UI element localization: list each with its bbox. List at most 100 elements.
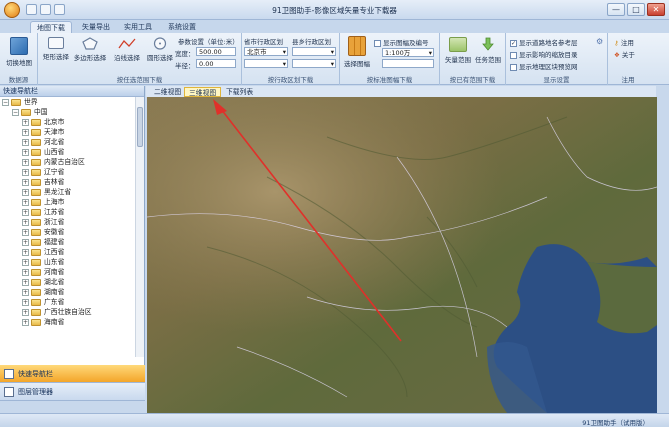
expand-icon[interactable]: + — [22, 278, 29, 286]
tree-node-china[interactable]: − 中国 — [0, 107, 136, 117]
key-icon: ⚷ — [614, 39, 619, 47]
expand-icon[interactable]: + — [22, 228, 29, 236]
expand-icon[interactable]: + — [22, 288, 29, 296]
tree-node-province[interactable]: + 湖南省 — [0, 287, 136, 297]
tab-tools[interactable]: 实用工具 — [118, 21, 158, 33]
tree-node-world[interactable]: − 世界 — [0, 97, 136, 107]
expand-icon[interactable]: + — [22, 258, 29, 266]
circle-icon — [153, 37, 167, 50]
grid-preview-check[interactable]: 显示地理区块预览网 — [510, 61, 578, 71]
layer-manager-button[interactable]: 图层管理器 — [0, 383, 145, 401]
maximize-button[interactable]: □ — [627, 3, 645, 16]
radius-input[interactable]: 0.00 — [196, 59, 236, 68]
checkbox[interactable] — [510, 63, 517, 71]
tree-node-province[interactable]: + 天津市 — [0, 127, 136, 137]
tree-node-province[interactable]: + 江苏省 — [0, 207, 136, 217]
tab-map-download[interactable]: 地图下载 — [30, 21, 72, 33]
chevron-down-icon: ▾ — [330, 48, 334, 56]
tree-node-province[interactable]: + 山东省 — [0, 257, 136, 267]
province-sub-select[interactable]: ▾ — [244, 59, 288, 68]
tree-node-province[interactable]: + 广西壮族自治区 — [0, 307, 136, 317]
rect-select-button[interactable]: 矩形选择 — [40, 37, 72, 61]
road-layer-check[interactable]: ✓ 显示道路地名参考层 — [510, 37, 578, 47]
vertical-scrollbar[interactable] — [135, 97, 144, 357]
tab-2d-view[interactable]: 二维视图 — [150, 87, 185, 97]
group-label: 按任选范围下载 — [116, 76, 163, 84]
tree-node-province[interactable]: + 上海市 — [0, 197, 136, 207]
polygon-select-button[interactable]: 多边形选择 — [72, 37, 108, 62]
tree-node-province[interactable]: + 吉林省 — [0, 177, 136, 187]
tree-node-province[interactable]: + 内蒙古自治区 — [0, 157, 136, 167]
tree-node-province[interactable]: + 河南省 — [0, 267, 136, 277]
chevron-down-icon: ▾ — [428, 49, 432, 57]
group-label: 显示设置 — [543, 76, 570, 84]
group-label: 注用 — [621, 76, 635, 84]
scroll-thumb[interactable] — [137, 107, 143, 147]
switch-map-button[interactable]: 切换地图 — [3, 37, 35, 67]
settings-gear-icon[interactable]: ⚙ — [596, 37, 603, 46]
town-select[interactable]: ▾ — [292, 59, 336, 68]
tree-node-province[interactable]: + 浙江省 — [0, 217, 136, 227]
group-custom-range: 矩形选择 多边形选择 沿线选择 圆形选择 参数设置（单位:米） 宽度： 500.… — [38, 33, 242, 85]
collapse-icon[interactable]: − — [12, 108, 19, 116]
about-button[interactable]: ❖ 关于 — [614, 49, 635, 59]
expand-icon[interactable]: + — [22, 168, 29, 176]
checkbox[interactable] — [374, 39, 381, 47]
title-bar: 91卫图助手-影像区域矢量专业下载器 — □ ✕ — [0, 0, 669, 20]
show-sheet-check[interactable]: 显示图幅及编号 — [374, 37, 429, 47]
select-sheet-button[interactable]: 选择图幅 — [341, 36, 373, 68]
expand-icon[interactable]: + — [22, 178, 29, 186]
width-label: 宽度： — [175, 50, 195, 58]
tree-node-province[interactable]: + 北京市 — [0, 117, 136, 127]
tree-node-province[interactable]: + 辽宁省 — [0, 167, 136, 177]
expand-icon[interactable]: + — [22, 308, 29, 316]
expand-icon[interactable]: + — [22, 118, 29, 126]
width-input[interactable]: 500.00 — [196, 47, 236, 56]
expand-icon[interactable]: + — [22, 138, 29, 146]
expand-icon[interactable]: + — [22, 248, 29, 256]
checkbox[interactable] — [510, 51, 517, 59]
vector-range-button[interactable]: 矢量范围 — [443, 37, 473, 64]
tree-node-province[interactable]: + 安徽省 — [0, 227, 136, 237]
scale-select[interactable]: 1:100万 ▾ — [382, 48, 434, 57]
zoom-dir-check[interactable]: 显示影响的缩放目录 — [510, 49, 578, 59]
expand-icon[interactable]: + — [22, 158, 29, 166]
minimize-button[interactable]: — — [607, 3, 625, 16]
task-range-button[interactable]: 任务范围 — [473, 37, 503, 64]
expand-icon[interactable]: + — [22, 318, 29, 326]
tree-node-province[interactable]: + 河北省 — [0, 137, 136, 147]
checkbox-checked[interactable]: ✓ — [510, 39, 517, 47]
tree-node-province[interactable]: + 湖北省 — [0, 277, 136, 287]
expand-icon[interactable]: + — [22, 268, 29, 276]
tree-node-province[interactable]: + 江西省 — [0, 247, 136, 257]
line-select-button[interactable]: 沿线选择 — [110, 37, 144, 62]
expand-icon[interactable]: + — [22, 238, 29, 246]
expand-icon[interactable]: + — [22, 298, 29, 306]
expand-icon[interactable]: + — [22, 188, 29, 196]
expand-icon[interactable]: + — [22, 218, 29, 226]
expand-icon[interactable]: + — [22, 198, 29, 206]
collapse-icon[interactable]: − — [2, 98, 9, 106]
tree-node-province[interactable]: + 海南省 — [0, 317, 136, 327]
expand-icon[interactable]: + — [22, 208, 29, 216]
tab-vector-export[interactable]: 矢量导出 — [76, 21, 116, 33]
tab-download-list[interactable]: 下载列表 — [222, 87, 257, 97]
quick-nav-button[interactable]: 快速导航栏 — [0, 365, 145, 383]
sheet-number-input[interactable] — [382, 59, 434, 68]
expand-icon[interactable]: + — [22, 128, 29, 136]
register-button[interactable]: ⚷ 注用 — [614, 37, 634, 47]
county-select[interactable]: ▾ — [292, 47, 336, 56]
region-tree[interactable]: − 世界 − 中国 + 北京市 + 天津市 + 河北省 + 山西省 + 内蒙古自治区 + 辽宁省 + 吉林省 +… — [0, 97, 136, 357]
circle-select-button[interactable]: 圆形选择 — [144, 37, 176, 62]
map-viewport[interactable] — [147, 97, 657, 413]
tab-3d-view[interactable]: 三维视图 — [184, 87, 222, 97]
tree-node-province[interactable]: + 福建省 — [0, 237, 136, 247]
close-button[interactable]: ✕ — [647, 3, 665, 16]
tree-node-province[interactable]: + 广东省 — [0, 297, 136, 307]
satellite-map[interactable] — [147, 97, 657, 413]
tab-settings[interactable]: 系统设置 — [162, 21, 202, 33]
expand-icon[interactable]: + — [22, 148, 29, 156]
tree-node-province[interactable]: + 黑龙江省 — [0, 187, 136, 197]
tree-node-province[interactable]: + 山西省 — [0, 147, 136, 157]
province-select[interactable]: 北京市 ▾ — [244, 47, 288, 56]
